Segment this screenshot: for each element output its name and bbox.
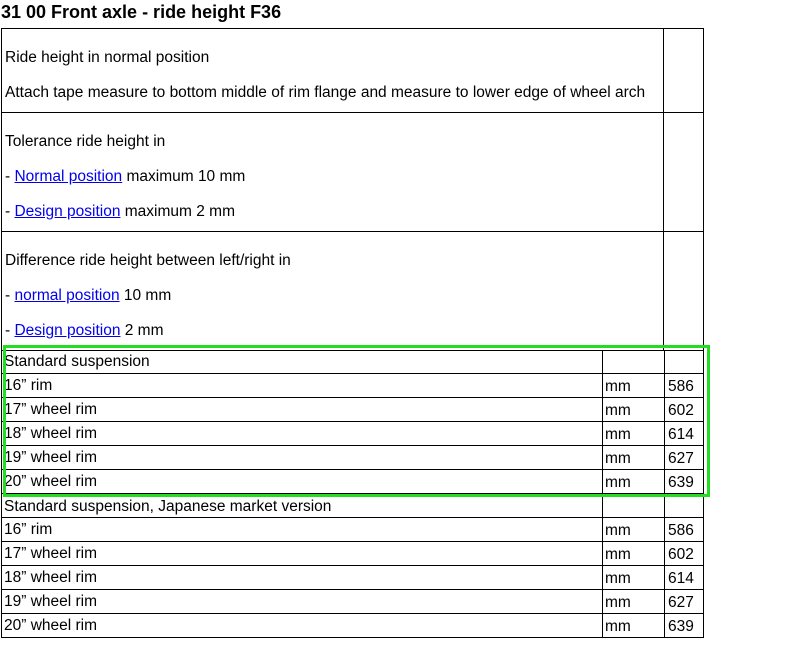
unit-cell: mm [602, 590, 664, 614]
unit-cell: mm [602, 566, 664, 590]
difference-design-value: 2 mm [120, 322, 164, 339]
value-cell [664, 494, 704, 518]
value-cell: 639 [664, 470, 704, 494]
unit-cell: mm [602, 542, 664, 566]
difference-normal-value: 10 mm [119, 287, 172, 304]
side-cell [663, 112, 704, 232]
rim-cell: 19” wheel rim [1, 446, 602, 470]
section-heading-row: Standard suspension [1, 350, 704, 374]
table-row: 18” wheel rim mm 614 [1, 422, 704, 446]
table-row: 17” wheel rim mm 602 [1, 542, 704, 566]
difference-heading: Difference ride height between left/righ… [5, 252, 291, 269]
rim-cell: 16” rim [1, 518, 602, 542]
unit-cell: mm [602, 518, 664, 542]
tolerance-item-design: - Design position maximum 2 mm [5, 203, 235, 221]
normal-position-link[interactable]: Normal position [14, 168, 122, 185]
value-cell: 614 [664, 566, 704, 590]
table-row: 16” rim mm 586 [1, 374, 704, 398]
rim-cell: 16” rim [1, 374, 602, 398]
tolerance-design-value: maximum 2 mm [120, 203, 235, 220]
side-cell [663, 231, 704, 351]
unit-cell: mm [602, 398, 664, 422]
unit-cell [602, 350, 664, 374]
value-cell: 586 [664, 518, 704, 542]
value-cell: 586 [664, 374, 704, 398]
design-position-link[interactable]: Design position [14, 203, 120, 220]
ride-height-normal-block: Ride height in normal position Attach ta… [1, 28, 663, 113]
tolerance-heading: Tolerance ride height in [5, 133, 166, 150]
page-title: 31 00 Front axle - ride height F36 [1, 2, 282, 22]
section-heading: Standard suspension, Japanese market ver… [1, 494, 602, 518]
table-row: 20” wheel rim mm 639 [1, 470, 704, 494]
side-cell [663, 28, 704, 113]
difference-block: Difference ride height between left/righ… [1, 231, 663, 351]
rim-cell: 17” wheel rim [1, 398, 602, 422]
tolerance-item-normal: - Normal position maximum 10 mm [5, 168, 245, 186]
rim-cell: 18” wheel rim [1, 422, 602, 446]
value-cell: 627 [664, 446, 704, 470]
table-row: 19” wheel rim mm 627 [1, 446, 704, 470]
tolerance-block: Tolerance ride height in - Normal positi… [1, 112, 663, 232]
ride-height-normal-heading: Ride height in normal position [5, 49, 210, 66]
tolerance-normal-value: maximum 10 mm [122, 168, 246, 185]
difference-item-normal: - normal position 10 mm [5, 287, 171, 305]
difference-item-design: - Design position 2 mm [5, 322, 164, 340]
unit-cell: mm [602, 614, 664, 638]
value-cell: 639 [664, 614, 704, 638]
unit-cell [602, 494, 664, 518]
rim-cell: 20” wheel rim [1, 614, 602, 638]
rim-cell: 20” wheel rim [1, 470, 602, 494]
ride-height-instruction: Attach tape measure to bottom middle of … [5, 84, 646, 101]
value-cell: 627 [664, 590, 704, 614]
unit-cell: mm [602, 374, 664, 398]
normal-position-link[interactable]: normal position [14, 287, 119, 304]
section-heading-row: Standard suspension, Japanese market ver… [1, 494, 704, 518]
section-heading: Standard suspension [1, 350, 602, 374]
rim-cell: 18” wheel rim [1, 566, 602, 590]
design-position-link[interactable]: Design position [14, 322, 120, 339]
unit-cell: mm [602, 446, 664, 470]
value-cell: 602 [664, 542, 704, 566]
table-row: 18” wheel rim mm 614 [1, 566, 704, 590]
rim-cell: 17” wheel rim [1, 542, 602, 566]
table-row: 16” rim mm 586 [1, 518, 704, 542]
table-row: 19” wheel rim mm 627 [1, 590, 704, 614]
value-cell: 614 [664, 422, 704, 446]
table-row: 20” wheel rim mm 639 [1, 614, 704, 638]
value-cell [664, 350, 704, 374]
value-cell: 602 [664, 398, 704, 422]
table-row: 17” wheel rim mm 602 [1, 398, 704, 422]
unit-cell: mm [602, 422, 664, 446]
unit-cell: mm [602, 470, 664, 494]
rim-cell: 19” wheel rim [1, 590, 602, 614]
